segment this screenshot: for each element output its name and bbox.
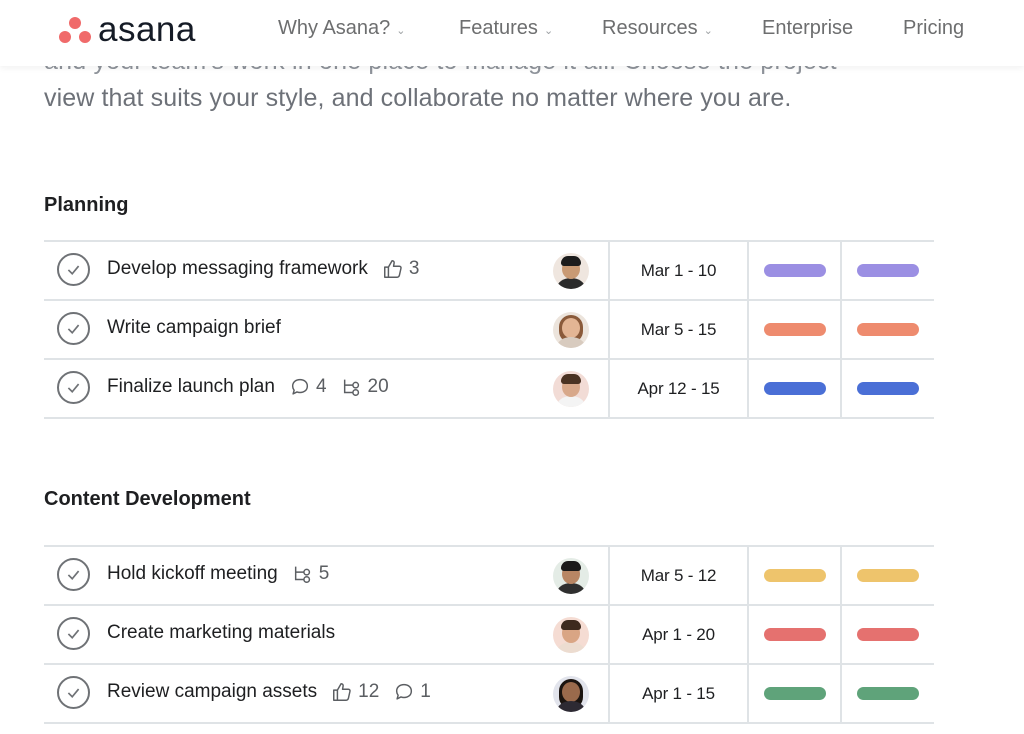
comments-count[interactable]: 1 xyxy=(393,681,431,703)
status-pill xyxy=(764,628,826,641)
top-nav: asana Why Asana? ⌄ Features ⌄ Resources … xyxy=(0,0,1024,66)
assignee-avatar[interactable] xyxy=(553,676,589,712)
section-title-planning: Planning xyxy=(44,194,129,216)
subtasks-count[interactable]: 5 xyxy=(292,563,329,585)
thumbs-up-icon xyxy=(383,260,402,278)
intro-text: view that suits your style, and collabor… xyxy=(44,84,792,112)
complete-checkbox[interactable] xyxy=(57,558,90,591)
chevron-down-icon: ⌄ xyxy=(703,24,713,37)
due-date[interactable]: Apr 12 - 15 xyxy=(610,379,747,399)
comment-icon xyxy=(396,683,413,700)
task-table-content-development: Hold kickoff meeting 5 Mar 5 - 12 Create… xyxy=(44,545,934,724)
assignee-avatar[interactable] xyxy=(553,558,589,594)
priority-pill xyxy=(857,264,919,277)
status-pill xyxy=(764,323,826,336)
nav-why-asana-label: Why Asana? xyxy=(278,16,391,39)
nav-features-label: Features xyxy=(459,16,538,39)
nav-features[interactable]: Features ⌄ xyxy=(459,14,553,42)
status-pill xyxy=(764,569,826,582)
section-title-content-development: Content Development xyxy=(44,488,251,510)
task-row[interactable]: Finalize launch plan 4 20 Apr 12 - 15 xyxy=(44,360,934,419)
nav-enterprise[interactable]: Enterprise xyxy=(762,14,853,42)
complete-checkbox[interactable] xyxy=(57,676,90,709)
page: asana Why Asana? ⌄ Features ⌄ Resources … xyxy=(0,0,1024,734)
comment-icon xyxy=(291,378,309,395)
comments-count[interactable]: 4 xyxy=(289,376,327,398)
checkmark-icon xyxy=(67,570,80,581)
checkmark-icon xyxy=(67,324,80,335)
logo-wordmark: asana xyxy=(98,9,196,49)
chevron-down-icon: ⌄ xyxy=(543,24,554,37)
task-name: Finalize launch plan xyxy=(107,376,275,397)
priority-pill xyxy=(857,382,919,395)
priority-pill xyxy=(857,569,919,582)
priority-pill xyxy=(857,687,919,700)
subtasks-icon xyxy=(343,379,359,396)
checkmark-icon xyxy=(67,688,80,699)
task-name: Develop messaging framework xyxy=(107,258,368,279)
task-name: Review campaign assets xyxy=(107,681,318,702)
complete-checkbox[interactable] xyxy=(57,312,90,345)
priority-pill xyxy=(857,323,919,336)
likes-count[interactable]: 12 xyxy=(331,681,379,703)
assignee-avatar[interactable] xyxy=(553,312,589,348)
assignee-avatar[interactable] xyxy=(553,253,589,289)
nav-pricing[interactable]: Pricing xyxy=(903,14,964,42)
task-name: Create marketing materials xyxy=(107,622,336,643)
checkmark-icon xyxy=(67,629,80,640)
assignee-avatar[interactable] xyxy=(553,371,589,407)
due-date[interactable]: Apr 1 - 20 xyxy=(610,625,747,645)
assignee-avatar[interactable] xyxy=(553,617,589,653)
nav-enterprise-label: Enterprise xyxy=(762,16,854,39)
intro-partial-line: and your team's work in one place to man… xyxy=(44,66,944,80)
task-row[interactable]: Create marketing materials Apr 1 - 20 xyxy=(44,606,934,665)
due-date[interactable]: Apr 1 - 15 xyxy=(610,684,747,704)
complete-checkbox[interactable] xyxy=(57,253,90,286)
nav-resources[interactable]: Resources ⌄ xyxy=(602,14,713,42)
task-row[interactable]: Develop messaging framework 3 Mar 1 - 10 xyxy=(44,242,934,301)
nav-pricing-label: Pricing xyxy=(903,16,965,39)
task-table-planning: Develop messaging framework 3 Mar 1 - 10 xyxy=(44,240,934,419)
status-pill xyxy=(764,264,826,277)
subtasks-count[interactable]: 20 xyxy=(341,376,389,398)
due-date[interactable]: Mar 5 - 15 xyxy=(610,320,747,340)
task-row[interactable]: Write campaign brief Mar 5 - 15 xyxy=(44,301,934,360)
due-date[interactable]: Mar 1 - 10 xyxy=(610,261,747,281)
task-row[interactable]: Review campaign assets 12 1 Apr 1 - 15 xyxy=(44,665,934,724)
chevron-down-icon: ⌄ xyxy=(396,24,406,37)
checkmark-icon xyxy=(67,383,80,394)
priority-pill xyxy=(857,628,919,641)
checkmark-icon xyxy=(67,265,80,276)
thumbs-up-icon xyxy=(333,683,351,701)
task-name: Write campaign brief xyxy=(107,317,281,338)
status-pill xyxy=(764,382,826,395)
asana-logo[interactable]: asana xyxy=(58,9,196,49)
task-name: Hold kickoff meeting xyxy=(107,563,278,584)
nav-resources-label: Resources xyxy=(602,16,698,39)
subtasks-icon xyxy=(294,566,310,583)
nav-why-asana[interactable]: Why Asana? ⌄ xyxy=(278,14,406,42)
complete-checkbox[interactable] xyxy=(57,371,90,404)
likes-count[interactable]: 3 xyxy=(382,258,419,280)
asana-dots-icon xyxy=(58,14,92,44)
due-date[interactable]: Mar 5 - 12 xyxy=(610,566,747,586)
task-row[interactable]: Hold kickoff meeting 5 Mar 5 - 12 xyxy=(44,547,934,606)
complete-checkbox[interactable] xyxy=(57,617,90,650)
status-pill xyxy=(764,687,826,700)
